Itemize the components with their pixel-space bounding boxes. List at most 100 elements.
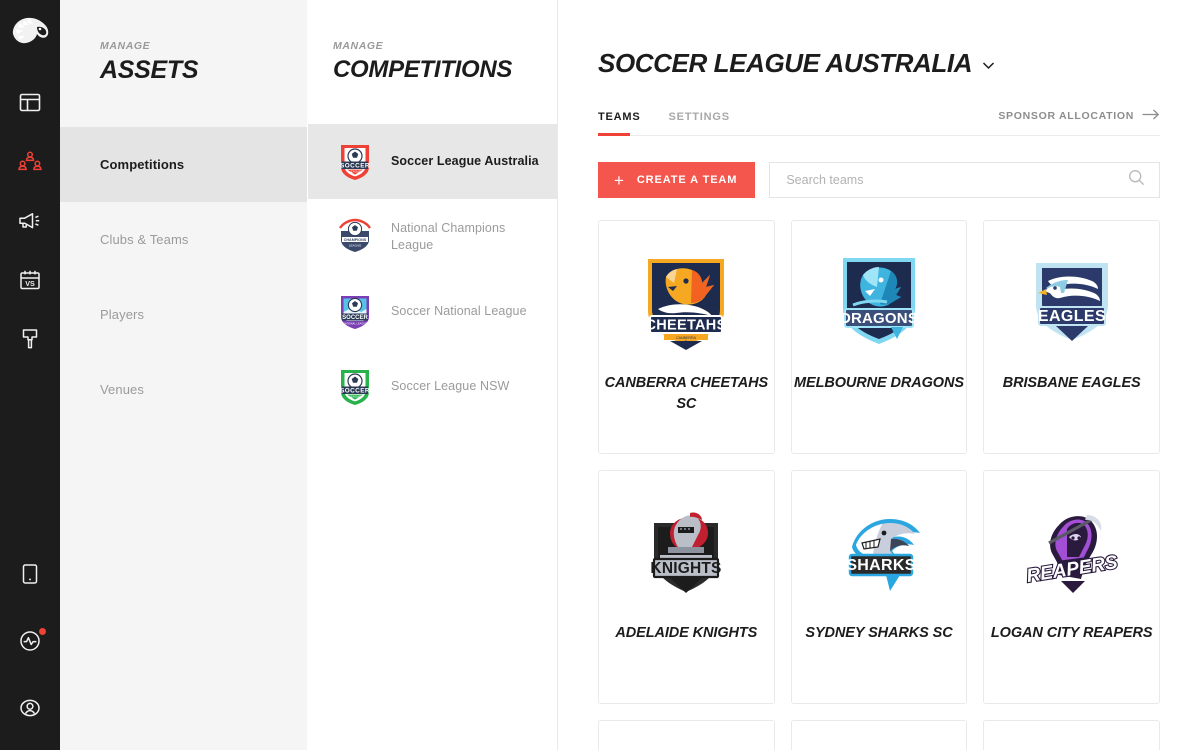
team-card[interactable]: SHARKS SYDNEY SHARKS SC [790,470,968,704]
assets-panel: MANAGE ASSETS Competitions Clubs & Teams… [60,0,308,750]
reapers-crest-icon: REAPERS [1023,503,1121,603]
search-icon[interactable] [1128,169,1145,191]
team-card[interactable] [983,720,1160,750]
svg-text:CHEETAHS: CHEETAHS [646,318,727,334]
mobile-device-icon [20,562,40,591]
assets-panel-eyebrow: MANAGE [100,40,151,52]
competitions-list: SOCCER LEAGUE Soccer League Australia CH… [308,124,557,424]
sidebar-item-clubs-teams[interactable]: Clubs & Teams [60,202,307,277]
competition-name: Soccer National League [391,304,527,319]
calendar-vs-icon: VS [19,269,41,296]
sidebar-item-design[interactable] [0,312,60,371]
rail-secondary-nav [0,543,60,750]
svg-text:LEAGUE: LEAGUE [349,394,361,398]
main-header: SOCCER LEAGUE AUSTRALIA TEAMS SETTINGS S… [558,0,1200,136]
knights-crest-icon: KNIGHTS [640,503,732,603]
left-icon-rail: VS [0,0,60,750]
teams-grid: CHEETAHS CANBERRA CANBERRA CHEETAHS SC D… [558,198,1200,750]
sidebar-item-mobile[interactable] [0,543,60,610]
create-a-team-label: CREATE A TEAM [636,174,738,186]
page-title: SOCCER LEAGUE AUSTRALIA [598,48,973,78]
svg-text:KNIGHTS: KNIGHTS [651,560,722,577]
team-card[interactable]: KNIGHTS ADELAIDE KNIGHTS [598,470,775,704]
list-item[interactable]: CHAMPIONS LEAGUE National Champions Leag… [308,199,557,274]
app-root: VS MANAGE ASSETS Competitions Clubs & Te… [0,0,1200,750]
team-name: ADELAIDE KNIGHTS [615,625,758,641]
svg-text:LEAGUE: LEAGUE [349,243,362,247]
svg-text:NATIONAL LEAGUE: NATIONAL LEAGUE [343,321,367,325]
sponsor-allocation-label: SPONSOR ALLOCATION [998,110,1134,122]
main-content: SOCCER LEAGUE AUSTRALIA TEAMS SETTINGS S… [558,0,1200,750]
megaphone-icon [18,210,42,237]
paint-roller-icon [19,327,41,356]
lion-head-logo[interactable] [7,12,53,52]
chevron-down-icon[interactable] [982,57,995,70]
team-card[interactable]: CHEETAHS CANBERRA CANBERRA CHEETAHS SC [598,220,775,454]
svg-text:SOCCER: SOCCER [340,162,370,169]
sidebar-item-profile[interactable] [0,677,60,744]
rail-primary-nav: VS [0,76,60,371]
plus-icon: + [614,170,625,190]
dashboard-layout-icon [19,92,41,119]
sidebar-item-competitions[interactable]: Competitions [60,127,307,202]
sidebar-item-promotions[interactable] [0,194,60,253]
dragons-crest-icon: DRAGONS [833,253,925,353]
assets-item-label: Competitions [100,157,185,172]
assets-item-label: Players [100,307,145,322]
team-name: CANBERRA CHEETAHS SC [604,375,769,413]
user-profile-icon [18,696,42,725]
eagles-crest-icon: EAGLES [1026,253,1118,353]
list-item[interactable]: SOCCER LEAGUE Soccer League Australia [308,124,557,199]
team-card[interactable] [790,720,968,750]
svg-text:DRAGONS: DRAGONS [840,310,918,327]
create-a-team-button[interactable]: + CREATE A TEAM [598,162,756,198]
svg-text:EAGLES: EAGLES [1038,308,1106,325]
page-title-row[interactable]: SOCCER LEAGUE AUSTRALIA [598,48,1160,79]
team-name: LOGAN CITY REAPERS [990,625,1153,641]
search-input[interactable] [786,173,1128,187]
svg-text:CANBERRA: CANBERRA [676,336,697,340]
competition-name: National Champions League [391,220,506,252]
tab-teams[interactable]: TEAMS [598,111,641,136]
sharks-crest-icon: SHARKS [830,503,928,603]
activity-pulse-icon [18,629,42,658]
team-name: BRISBANE EAGLES [1002,375,1141,391]
people-group-icon [18,151,42,178]
soccer-national-league-crest-icon: SOCCER NATIONAL LEAGUE [333,290,377,334]
sidebar-item-activity[interactable] [0,610,60,677]
national-champions-league-crest-icon: CHAMPIONS LEAGUE [333,215,377,259]
svg-text:LEAGUE: LEAGUE [349,169,361,173]
sidebar-item-assets[interactable] [0,135,60,194]
soccer-league-nsw-crest-icon: SOCCER LEAGUE [333,365,377,409]
assets-item-label: Clubs & Teams [100,232,189,247]
team-name: SYDNEY SHARKS SC [805,625,953,641]
assets-panel-title: ASSETS [100,56,199,84]
svg-text:SOCCER: SOCCER [340,387,370,394]
tab-settings[interactable]: SETTINGS [669,111,730,135]
team-card[interactable]: REAPERS LOGAN CITY REAPERS [983,470,1160,704]
svg-text:SHARKS: SHARKS [846,557,915,574]
competition-name: Soccer League Australia [391,154,539,169]
search-teams-field[interactable] [769,162,1160,198]
list-item[interactable]: SOCCER NATIONAL LEAGUE Soccer National L… [308,274,557,349]
sidebar-item-venues[interactable]: Venues [60,352,307,427]
assets-item-label: Venues [100,382,144,397]
soccer-league-australia-crest-icon: SOCCER LEAGUE [333,140,377,184]
tab-bar: TEAMS SETTINGS SPONSOR ALLOCATION [598,109,1160,136]
svg-text:CHAMPIONS: CHAMPIONS [344,238,367,242]
sidebar-item-dashboard[interactable] [0,76,60,135]
team-card[interactable]: EAGLES BRISBANE EAGLES [983,220,1160,454]
sidebar-item-players[interactable]: Players [60,277,307,352]
cheetahs-crest-icon: CHEETAHS CANBERRA [640,253,732,353]
competition-name: Soccer League NSW [391,379,510,394]
sidebar-item-fixtures[interactable]: VS [0,253,60,312]
notification-badge-dot [39,628,46,635]
competitions-panel-title: COMPETITIONS [333,56,513,83]
assets-nav-list: Competitions Clubs & Teams Players Venue… [60,127,307,427]
team-card[interactable]: DRAGONS MELBOURNE DRAGONS [790,220,968,454]
arrow-right-icon [1142,109,1160,123]
sponsor-allocation-link[interactable]: SPONSOR ALLOCATION [998,109,1160,135]
list-item[interactable]: SOCCER LEAGUE Soccer League NSW [308,349,557,424]
team-card[interactable] [598,720,775,750]
team-name: MELBOURNE DRAGONS [794,375,964,391]
